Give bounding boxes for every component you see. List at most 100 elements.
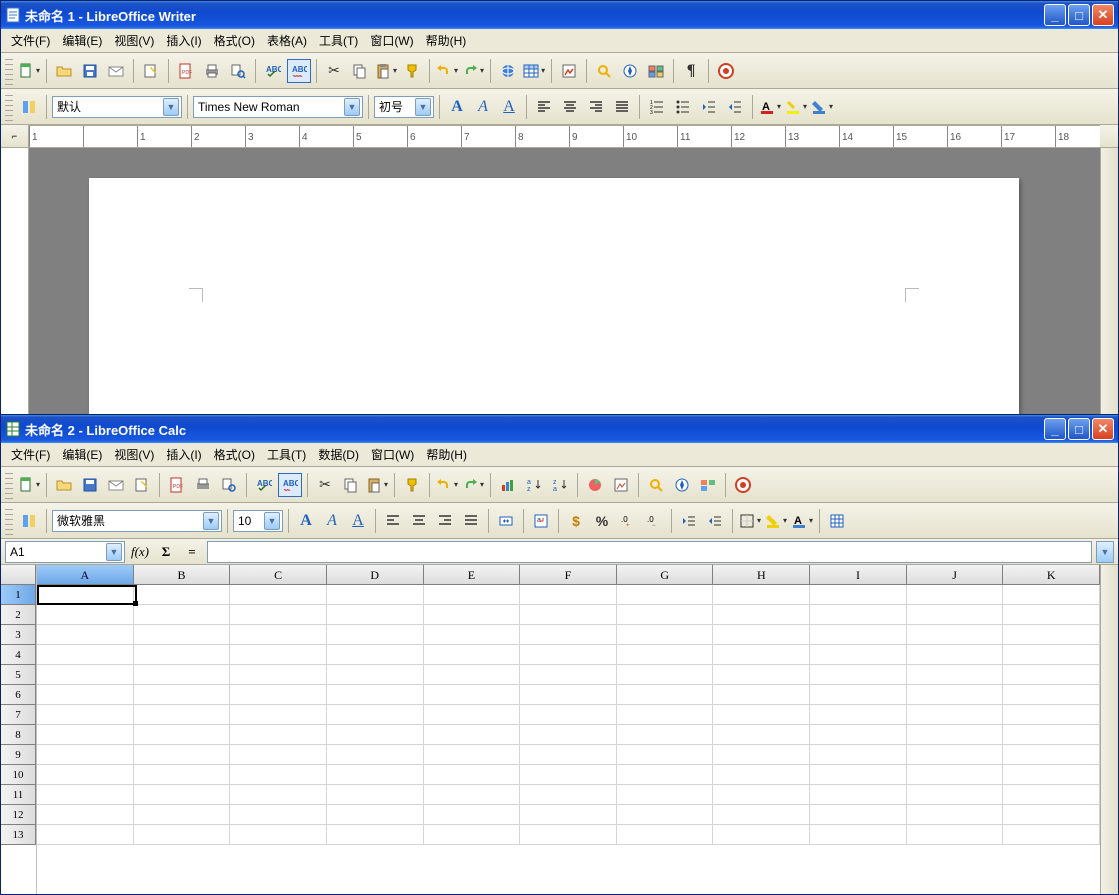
cell-grid[interactable]: ABCDEFGHIJK	[37, 565, 1100, 894]
cell[interactable]	[230, 785, 327, 805]
cell[interactable]	[230, 645, 327, 665]
vertical-scrollbar[interactable]	[1100, 148, 1118, 414]
row-header[interactable]: 1	[1, 585, 36, 605]
cell[interactable]	[617, 705, 714, 725]
cell-reference-box[interactable]: A1▼	[5, 541, 125, 563]
cell[interactable]	[424, 725, 521, 745]
cell[interactable]	[37, 805, 134, 825]
document-page[interactable]	[89, 178, 1019, 414]
column-header[interactable]: G	[617, 565, 714, 584]
cell[interactable]	[617, 685, 714, 705]
currency-button[interactable]: $	[564, 509, 588, 533]
select-all-corner[interactable]	[1, 565, 36, 585]
cell[interactable]	[713, 765, 810, 785]
print-preview-button[interactable]	[226, 59, 250, 83]
background-color-button[interactable]	[764, 509, 788, 533]
cell[interactable]	[907, 645, 1004, 665]
new-doc-button[interactable]	[17, 59, 41, 83]
bold-button[interactable]: A	[445, 95, 469, 119]
cell[interactable]	[134, 725, 231, 745]
cell[interactable]	[617, 745, 714, 765]
vertical-scrollbar[interactable]	[1100, 565, 1118, 894]
cell[interactable]	[134, 765, 231, 785]
cell[interactable]	[327, 665, 424, 685]
menu-format[interactable]: 格式(O)	[208, 444, 261, 465]
cell[interactable]	[520, 625, 617, 645]
cell[interactable]	[520, 705, 617, 725]
cell[interactable]	[810, 765, 907, 785]
cell[interactable]	[230, 745, 327, 765]
format-paintbrush-button[interactable]	[400, 473, 424, 497]
font-color-button[interactable]: A	[790, 509, 814, 533]
cell[interactable]	[810, 665, 907, 685]
toolbar-grip[interactable]	[5, 93, 13, 121]
cell[interactable]	[134, 605, 231, 625]
styles-window-button[interactable]	[17, 509, 41, 533]
cell[interactable]	[907, 585, 1004, 605]
cell[interactable]	[713, 705, 810, 725]
edit-mode-button[interactable]	[139, 59, 163, 83]
dropdown-icon[interactable]: ▼	[106, 543, 122, 561]
increase-indent-button[interactable]	[723, 95, 747, 119]
grid-button[interactable]	[825, 509, 849, 533]
align-center-button[interactable]	[407, 509, 431, 533]
cell[interactable]	[810, 685, 907, 705]
navigator-button[interactable]	[618, 59, 642, 83]
cell[interactable]	[520, 825, 617, 845]
cell[interactable]	[617, 825, 714, 845]
column-header[interactable]: K	[1003, 565, 1100, 584]
dropdown-icon[interactable]: ▼	[203, 512, 219, 530]
cell[interactable]	[230, 765, 327, 785]
cell[interactable]	[810, 725, 907, 745]
cell[interactable]	[907, 745, 1004, 765]
borders-button[interactable]	[738, 509, 762, 533]
row-header[interactable]: 2	[1, 605, 36, 625]
cell[interactable]	[230, 705, 327, 725]
gallery-button[interactable]	[644, 59, 668, 83]
show-draw-button[interactable]	[557, 59, 581, 83]
bullet-list-button[interactable]	[671, 95, 695, 119]
align-justify-button[interactable]	[610, 95, 634, 119]
insert-chart-button[interactable]	[583, 473, 607, 497]
menu-view[interactable]: 视图(V)	[108, 444, 160, 465]
export-pdf-button[interactable]: PDF	[174, 59, 198, 83]
cell[interactable]	[810, 625, 907, 645]
cell[interactable]	[810, 805, 907, 825]
sort-desc-button[interactable]: za	[548, 473, 572, 497]
find-button[interactable]	[644, 473, 668, 497]
font-size-combo[interactable]: 初号▼	[374, 96, 434, 118]
bold-button[interactable]: A	[294, 509, 318, 533]
cell[interactable]	[907, 685, 1004, 705]
writer-titlebar[interactable]: 未命名 1 - LibreOffice Writer _ □ ✕	[1, 1, 1118, 29]
remove-decimal-button[interactable]: .0−	[642, 509, 666, 533]
cell[interactable]	[907, 785, 1004, 805]
row-header[interactable]: 5	[1, 665, 36, 685]
auto-spellcheck-button[interactable]: ABC	[278, 473, 302, 497]
cell[interactable]	[424, 765, 521, 785]
calc-titlebar[interactable]: 未命名 2 - LibreOffice Calc _ □ ✕	[1, 415, 1118, 443]
cell[interactable]	[617, 625, 714, 645]
cell[interactable]	[424, 625, 521, 645]
cell[interactable]	[907, 665, 1004, 685]
cell[interactable]	[134, 785, 231, 805]
row-header[interactable]: 3	[1, 625, 36, 645]
cell[interactable]	[230, 625, 327, 645]
cell[interactable]	[713, 665, 810, 685]
minimize-button[interactable]: _	[1044, 4, 1066, 26]
cell[interactable]	[424, 605, 521, 625]
cell[interactable]	[1003, 785, 1100, 805]
background-color-button[interactable]	[810, 95, 834, 119]
help-button[interactable]	[731, 473, 755, 497]
cell[interactable]	[907, 725, 1004, 745]
menu-tools[interactable]: 工具(T)	[261, 444, 312, 465]
cell[interactable]	[327, 705, 424, 725]
cut-button[interactable]: ✂	[322, 59, 346, 83]
copy-button[interactable]	[339, 473, 363, 497]
paste-button[interactable]	[374, 59, 398, 83]
menu-insert[interactable]: 插入(I)	[160, 444, 207, 465]
cell[interactable]	[134, 645, 231, 665]
cell[interactable]	[1003, 705, 1100, 725]
new-doc-button[interactable]	[17, 473, 41, 497]
align-right-button[interactable]	[584, 95, 608, 119]
menu-insert[interactable]: 插入(I)	[160, 30, 207, 51]
